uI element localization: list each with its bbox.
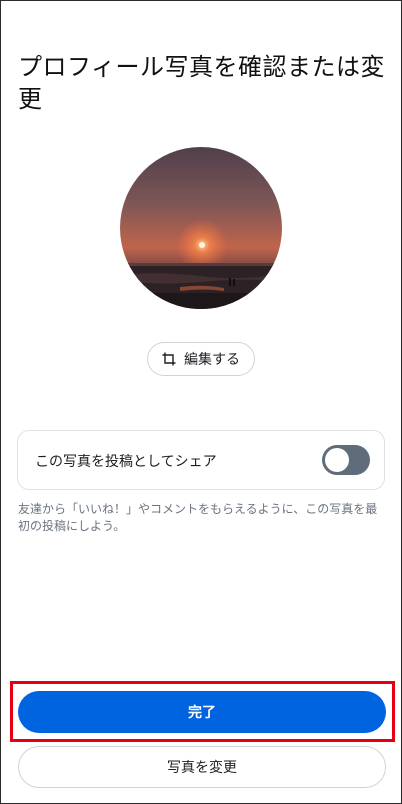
share-hint-text: 友達から「いいね！」やコメントをもらえるように、この写真を最初の投稿にしよう。 — [18, 502, 378, 533]
share-as-post-card: この写真を投稿としてシェア — [17, 430, 385, 490]
profile-photo — [120, 147, 282, 309]
sunset-photo — [120, 147, 282, 309]
toggle-knob — [325, 448, 349, 472]
share-as-post-toggle[interactable] — [322, 445, 370, 475]
crop-icon — [162, 352, 176, 366]
page-title: プロフィール写真を確認または変更 — [18, 53, 386, 113]
done-button[interactable]: 完了 — [18, 691, 386, 733]
change-photo-button[interactable]: 写真を変更 — [18, 746, 386, 788]
screen: プロフィール写真を確認または変更 編集する この写真を投稿としてシェア 友達から… — [0, 0, 402, 804]
share-as-post-label: この写真を投稿としてシェア — [35, 454, 217, 470]
edit-photo-button[interactable]: 編集する — [147, 342, 255, 376]
edit-photo-label: 編集する — [184, 352, 240, 368]
